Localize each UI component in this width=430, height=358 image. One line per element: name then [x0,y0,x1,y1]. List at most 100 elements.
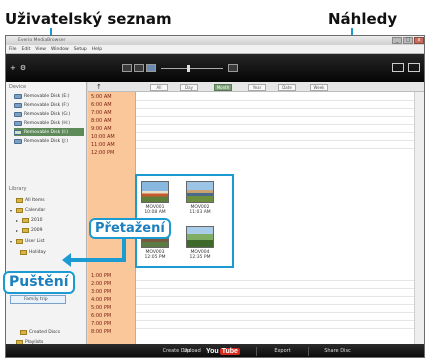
time-label: 6:00 PM [91,313,112,319]
share-disc-button[interactable]: Share Disc [308,347,366,356]
device-item[interactable]: Removable Disk (F:) [14,101,84,109]
drag-arrow-head [62,253,71,267]
time-label: 6:00 AM [91,102,112,108]
minimize-button[interactable]: _ [392,37,402,44]
menu-file[interactable]: File [9,45,17,53]
expander-icon[interactable]: ▸ [16,228,20,233]
close-button[interactable]: x [414,37,424,44]
menu-setup[interactable]: Setup [74,45,87,53]
play-icon[interactable] [392,63,404,72]
time-label: 4:00 PM [91,297,112,303]
menu-window[interactable]: Window [51,45,69,53]
grid-line [136,108,414,109]
list-view-button[interactable] [134,64,144,72]
thumbnail-view-button[interactable] [122,64,132,72]
user-list-item[interactable]: ▾ User List [10,237,45,245]
drive-icon [14,120,22,126]
library-label: Created Discs [29,329,61,335]
drop-target-user-list[interactable]: Family trip [10,295,66,304]
grid-line [136,328,414,329]
grid-line [136,304,414,305]
drop-callout: Puštění [3,271,75,294]
menu-edit[interactable]: Edit [22,45,31,53]
tab-year[interactable]: Year [248,84,266,91]
time-label: 5:00 AM [91,94,112,100]
folder-icon [22,227,29,233]
library-heading: Library [9,186,27,192]
device-label: Removable Disk (G:) [24,111,71,117]
library-item[interactable]: ▾ Calendar [10,206,45,214]
library-label: Holiday [29,249,46,255]
grid-line [136,280,414,281]
tab-day[interactable]: Day [180,84,198,91]
drive-icon [14,129,22,135]
device-item[interactable]: Removable Disk (G:) [14,110,84,118]
grid-line [136,140,414,141]
tab-week[interactable]: Week [310,84,328,91]
menu-view[interactable]: View [35,45,46,53]
calendar-view-button[interactable] [146,64,156,72]
device-item-selected[interactable]: Removable Disk (I:) [14,128,84,136]
library-label: Calendar [25,207,46,213]
tab-month[interactable]: Month [214,84,232,91]
bottom-bar: Create Disc Upload You Tube Export Share … [6,344,424,357]
expander-icon[interactable]: ▾ [10,208,14,213]
time-label: 5:00 PM [91,305,112,311]
export-button[interactable]: Export [256,347,308,356]
user-list-caption: Uživatelský seznam [5,10,172,28]
maximize-button[interactable]: □ [403,37,413,44]
library-item[interactable]: All Items [10,196,45,204]
scrollbar[interactable] [414,92,424,344]
device-item[interactable]: Removable Disk (H:) [14,119,84,127]
time-label: 7:00 PM [91,321,112,327]
devices-heading: Device [9,84,27,90]
tab-all[interactable]: All [150,84,168,91]
user-list-entry[interactable]: Holiday [20,248,46,256]
menu-bar: File Edit View Window Setup Help [6,45,424,54]
time-label: 8:00 AM [91,118,112,124]
youtube-you: You [206,348,219,355]
device-label: Removable Disk (E:) [24,93,70,99]
time-label: 8:00 PM [91,329,112,335]
menu-help[interactable]: Help [92,45,102,53]
folder-icon [16,197,23,203]
fullscreen-icon[interactable] [408,63,420,72]
drive-icon [14,93,22,99]
device-item[interactable]: Removable Disk (J:) [14,137,84,145]
library-item[interactable]: Created Discs [20,328,60,336]
folder-icon [20,249,27,255]
device-label: Removable Disk (I:) [24,129,69,135]
grid-line [136,288,414,289]
fit-view-button[interactable] [228,64,238,72]
device-label: Removable Disk (J:) [24,138,69,144]
expander-icon[interactable]: ▾ [10,239,14,244]
library-item[interactable]: ▸ 2010 [16,216,42,224]
library-label: All Items [25,197,45,203]
youtube-button[interactable]: You Tube [204,346,242,357]
disc-icon [20,329,27,335]
time-label: 3:00 PM [91,289,112,295]
grid-line [136,116,414,117]
back-arrow-icon[interactable]: ↑ [96,83,102,91]
add-button[interactable]: + [10,63,16,73]
tab-date[interactable]: Date [278,84,296,91]
library-label: 2010 [31,217,43,223]
user-list-icon [16,238,23,244]
zoom-slider[interactable] [161,64,223,72]
grid-line [136,312,414,313]
library-item[interactable]: ▸ 2009 [16,226,42,234]
settings-icon[interactable]: ⚙ [20,63,26,73]
calendar-tabs: ↑ All Day Month Year Date Week [88,82,424,92]
time-label: 2:00 PM [91,281,112,287]
library-label: User List [25,238,45,244]
time-label: 7:00 AM [91,110,112,116]
device-item[interactable]: Removable Disk (E:) [14,92,84,100]
expander-icon[interactable]: ▸ [16,218,20,223]
device-label: Removable Disk (H:) [24,120,71,126]
zoom-slider-knob[interactable] [187,64,190,72]
library-label: 2009 [31,227,43,233]
title-bar: Everio MediaBrowser _ □ x [6,36,424,45]
calendar-icon [16,207,23,213]
window-controls: _ □ x [392,37,424,44]
drag-arrow-shaft [68,258,126,262]
